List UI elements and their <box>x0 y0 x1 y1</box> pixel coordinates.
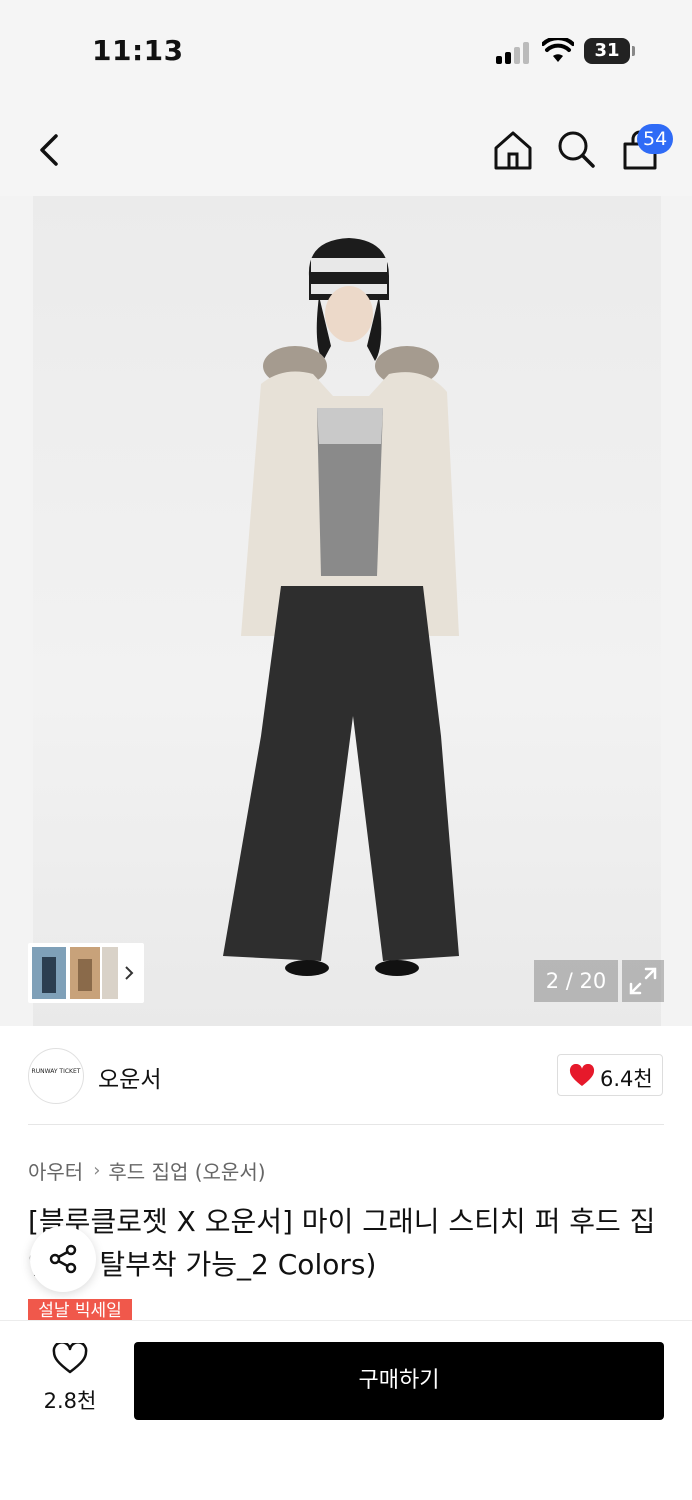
heart-outline-icon <box>52 1343 88 1374</box>
section-divider <box>28 1124 664 1125</box>
model-figure-illustration <box>223 238 459 976</box>
breadcrumb: 아우터 › 후드 집업 (오운서) <box>28 1156 266 1185</box>
home-icon <box>494 131 532 170</box>
product-image-gallery[interactable] <box>0 196 692 1026</box>
battery-indicator: 31 <box>584 38 630 64</box>
brand-like-count: 6.4천 <box>600 1067 653 1091</box>
share-button[interactable] <box>30 1226 96 1292</box>
home-button[interactable] <box>492 128 534 172</box>
product-title: [블루클로젯 X 오운서] 마이 그래니 스티치 퍼 후드 집업(퍼 탈부착 가… <box>28 1205 656 1281</box>
thumbnail-preview <box>32 947 134 999</box>
chevron-left-icon <box>40 134 58 166</box>
heart-filled-icon <box>569 1064 595 1086</box>
product-photo <box>33 196 661 1026</box>
buy-button[interactable]: 구매하기 <box>134 1342 664 1420</box>
battery-tip <box>632 46 635 56</box>
search-icon <box>558 131 595 168</box>
search-button[interactable] <box>555 128 597 172</box>
cellular-signal-icon <box>496 40 532 64</box>
wishlist-button[interactable]: 2.8천 <box>40 1343 100 1413</box>
cart-count-badge: 54 <box>637 124 674 154</box>
wifi-icon <box>542 38 574 62</box>
image-counter: 2 / 20 <box>534 960 618 1002</box>
expand-icon <box>629 967 657 995</box>
status-time: 11:13 <box>92 34 184 67</box>
brand-logo[interactable]: RUNWAY TICKET <box>28 1048 84 1104</box>
breadcrumb-hood-zipup[interactable]: 후드 집업 (오운서) <box>108 1156 265 1185</box>
share-icon <box>49 1244 77 1274</box>
brand-row: RUNWAY TICKET 오운서 6.4천 <box>0 1026 692 1126</box>
thumbnail-strip[interactable] <box>28 943 144 1003</box>
expand-image-button[interactable] <box>622 960 664 1002</box>
status-bar: 11:13 31 <box>0 0 692 100</box>
breadcrumb-outer[interactable]: 아우터 <box>28 1156 83 1185</box>
brand-like-button[interactable]: 6.4천 <box>557 1054 663 1096</box>
wishlist-count: 2.8천 <box>43 1389 97 1413</box>
chevron-right-icon <box>125 966 134 980</box>
brand-name[interactable]: 오운서 <box>98 1060 161 1094</box>
back-button[interactable] <box>30 128 70 172</box>
chevron-right-icon: › <box>93 1160 101 1181</box>
top-navigation <box>0 100 692 196</box>
bottom-action-bar: 2.8천 구매하기 <box>0 1320 692 1500</box>
